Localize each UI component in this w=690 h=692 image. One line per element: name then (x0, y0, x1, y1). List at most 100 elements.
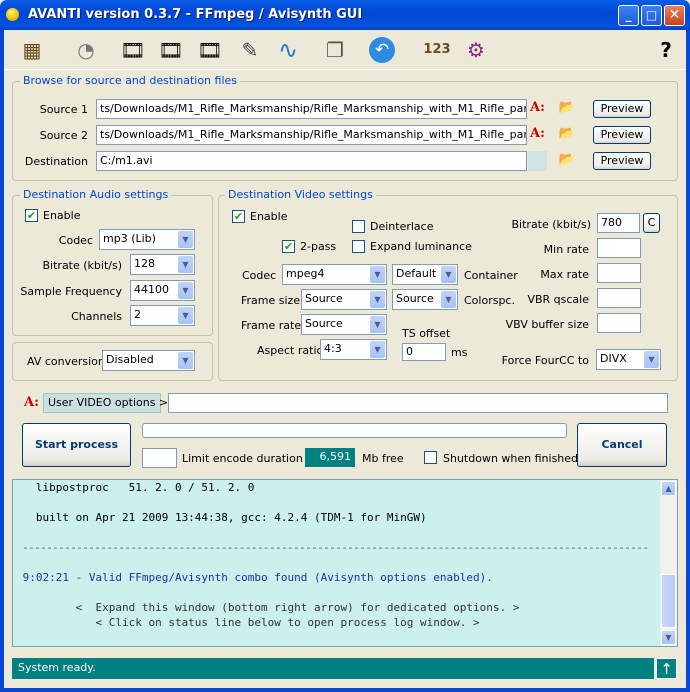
log-hint: < Click on status line below to open pro… (16, 616, 480, 629)
user-video-options-input[interactable] (168, 393, 668, 413)
help-icon[interactable]: ? (650, 34, 682, 66)
deinterlace-checkbox[interactable]: ✔ (352, 220, 365, 233)
log-separator: ----------------------------------------… (16, 541, 649, 554)
frame-size-label: Frame size (241, 294, 301, 307)
expand-arrow-icon[interactable]: ↑ (656, 658, 677, 679)
video-codec-value: mpeg4 (286, 267, 325, 280)
film-strip-icon[interactable]: 🎞 (155, 34, 187, 66)
log-line: built on Apr 21 2009 13:44:38, gcc: 4.2.… (16, 511, 427, 524)
aspect-ratio-select[interactable]: 4:3 ▼ (320, 339, 387, 360)
av-conversion-select[interactable]: Disabled ▼ (102, 350, 195, 371)
browse-group-label: Browse for source and destination files (20, 74, 241, 87)
log-line: libpostproc 51. 2. 0 / 51. 2. 0 (16, 481, 255, 494)
video-enable-label: Enable (250, 210, 288, 223)
frame-size-select[interactable]: Source ▼ (301, 289, 387, 310)
min-rate-label: Min rate (543, 243, 589, 256)
fourcc-select[interactable]: DIVX ▼ (596, 349, 661, 370)
audio-bitrate-select[interactable]: 128 ▼ (130, 254, 195, 275)
channels-select[interactable]: 2 ▼ (130, 305, 195, 326)
start-process-button[interactable]: Start process (22, 423, 131, 467)
numbering-123-icon[interactable]: 123 (421, 34, 453, 66)
colorspace-select[interactable]: Source ▼ (392, 289, 458, 310)
user-video-options-button[interactable]: User VIDEO options > (43, 393, 168, 413)
shutdown-checkbox[interactable]: ✔ (424, 451, 437, 464)
open-windows-icon[interactable]: ❐ (319, 34, 351, 66)
audio-codec-select[interactable]: mp3 (Lib) ▼ (99, 229, 195, 250)
video-group-label: Destination Video settings (225, 188, 376, 201)
chevron-down-icon: ▼ (441, 291, 456, 308)
chevron-down-icon: ▼ (370, 316, 385, 333)
status-bar[interactable]: System ready. (12, 658, 654, 679)
avisynth-user-icon[interactable]: A: (22, 394, 41, 412)
log-line-highlight: 9:02:21 - Valid FFmpeg/Avisynth combo fo… (16, 571, 493, 584)
shutdown-label: Shutdown when finished (443, 452, 579, 465)
source1-input[interactable]: ts/Downloads/M1_Rifle_Marksmanship/Rifle… (96, 99, 527, 119)
cancel-button[interactable]: Cancel (577, 423, 667, 467)
source2-input[interactable]: ts/Downloads/M1_Rifle_Marksmanship/Rifle… (96, 125, 527, 145)
ts-offset-input[interactable]: 0 (402, 343, 446, 361)
audio-bitrate-label: Bitrate (kbit/s) (42, 259, 123, 272)
scroll-thumb[interactable] (661, 574, 676, 628)
app-icon[interactable] (6, 8, 19, 21)
close-button[interactable]: ✕ (664, 5, 685, 26)
maximize-button[interactable]: □ (641, 5, 662, 26)
avisynth-source2-icon[interactable]: A: (528, 125, 547, 143)
sample-frequency-select[interactable]: 44100 ▼ (130, 280, 195, 301)
destination-avisynth-slot (528, 151, 547, 171)
window-frame-left (0, 30, 4, 692)
destination-input[interactable]: C:/m1.avi (96, 151, 527, 171)
back-arrow-icon[interactable]: ↶ (366, 34, 398, 66)
max-rate-input[interactable] (597, 263, 641, 283)
chevron-down-icon: ▼ (441, 266, 456, 283)
folder-open-icon[interactable]: 📂 (558, 152, 576, 168)
film-subtitle-icon[interactable]: 🎞 (194, 34, 226, 66)
twopass-label: 2-pass (300, 240, 337, 253)
max-rate-label: Max rate (540, 268, 589, 281)
video-codec-label: Codec (242, 269, 277, 282)
scroll-down-arrow-icon[interactable]: ▼ (661, 630, 676, 645)
minimize-button[interactable]: _ (618, 5, 639, 26)
folder-open-icon[interactable]: 📂 (558, 100, 576, 116)
frame-rate-select[interactable]: Source ▼ (301, 314, 387, 335)
ts-offset-unit: ms (451, 346, 468, 359)
settings-panel-icon[interactable]: ▦ (16, 34, 48, 66)
twopass-checkbox[interactable]: ✔ (282, 240, 295, 253)
free-space-value: 6,591 (305, 448, 355, 467)
bitrate-calculator-button[interactable]: C (643, 213, 660, 233)
audio-waveform-icon[interactable]: ∿ (272, 34, 304, 66)
audio-group-label: Destination Audio settings (20, 188, 172, 201)
fourcc-label: Force FourCC to (501, 354, 589, 367)
limit-duration-input[interactable] (142, 448, 177, 468)
notepad-edit-icon[interactable]: ✎ (234, 34, 266, 66)
chevron-down-icon: ▼ (370, 341, 385, 358)
avisynth-source1-icon[interactable]: A: (528, 99, 547, 117)
preview-dest-button[interactable]: Preview (593, 152, 651, 170)
frame-rate-value: Source (305, 317, 343, 330)
audio-bitrate-value: 128 (134, 257, 155, 270)
glyph: ⚙ (467, 38, 485, 62)
vbv-buffer-input[interactable] (597, 313, 641, 333)
scroll-up-arrow-icon[interactable]: ▲ (661, 481, 676, 496)
preview1-button[interactable]: Preview (593, 100, 651, 118)
vbr-qscale-label: VBR qscale (527, 293, 589, 306)
video-enable-checkbox[interactable]: ✔ (232, 210, 245, 223)
min-rate-input[interactable] (597, 238, 641, 258)
expand-luminance-checkbox[interactable]: ✔ (352, 240, 365, 253)
film-tools-icon[interactable]: ⚙ (460, 34, 492, 66)
glyph: ↶ (369, 37, 395, 63)
sample-frequency-value: 44100 (134, 283, 169, 296)
progress-bar (142, 423, 567, 438)
container-select[interactable]: Default ▼ (392, 264, 458, 285)
video-bitrate-input[interactable]: 780 (597, 213, 640, 233)
audio-enable-checkbox[interactable]: ✔ (25, 209, 38, 222)
deinterlace-label: Deinterlace (370, 220, 434, 233)
window-frame-bottom (0, 688, 690, 692)
container-value: Default (396, 267, 437, 280)
folder-open-icon[interactable]: 📂 (558, 126, 576, 142)
video-codec-select[interactable]: mpeg4 ▼ (282, 264, 387, 285)
vbr-qscale-input[interactable] (597, 288, 641, 308)
film-join-icon[interactable]: 🎞 (117, 34, 149, 66)
vbv-buffer-label: VBV buffer size (505, 318, 589, 331)
preview2-button[interactable]: Preview (593, 126, 651, 144)
disc-clock-icon[interactable]: ◔ (70, 34, 102, 66)
